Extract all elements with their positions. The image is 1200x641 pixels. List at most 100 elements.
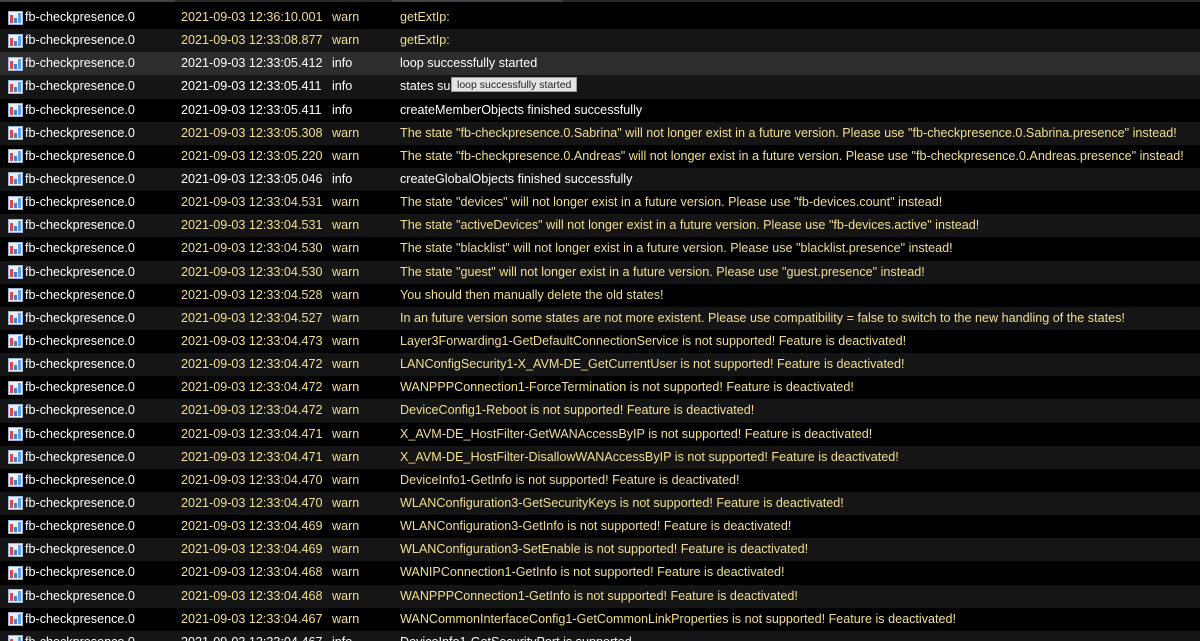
log-severity: warn: [332, 333, 360, 348]
log-source: fb-checkpresence.0: [8, 376, 135, 399]
log-message: states su: [400, 79, 451, 94]
log-severity: warn: [332, 264, 360, 279]
log-row[interactable]: fb-checkpresence.0 2021-09-03 12:33:05.30…: [0, 121, 1200, 145]
log-row[interactable]: fb-checkpresence.0 2021-09-03 12:33:04.46…: [0, 584, 1200, 608]
log-row[interactable]: fb-checkpresence.0 2021-09-03 12:36:10.00…: [0, 6, 1200, 30]
log-row[interactable]: fb-checkpresence.0 2021-09-03 12:33:04.53…: [0, 191, 1200, 215]
log-row[interactable]: fb-checkpresence.0 2021-09-03 12:33:04.47…: [0, 491, 1200, 516]
log-source: fb-checkpresence.0: [8, 469, 135, 492]
log-source: fb-checkpresence.0: [8, 538, 135, 561]
log-source-label: fb-checkpresence.0: [25, 125, 135, 140]
log-row[interactable]: fb-checkpresence.0 2021-09-03 12:33:04.47…: [0, 329, 1200, 354]
log-severity: info: [332, 171, 353, 186]
log-source: fb-checkpresence.0: [8, 399, 135, 422]
log-timestamp: 2021-09-03 12:33:05.411: [181, 102, 322, 117]
log-message: The state "guest" will not longer exist …: [400, 264, 925, 279]
log-source-label: fb-checkpresence.0: [25, 519, 135, 534]
log-source-label: fb-checkpresence.0: [25, 333, 135, 348]
log-timestamp: 2021-09-03 12:33:04.531: [181, 195, 323, 210]
log-severity: info: [332, 102, 353, 117]
adapter-icon: [8, 126, 23, 141]
log-row[interactable]: fb-checkpresence.0 2021-09-03 12:33:08.87…: [0, 29, 1200, 53]
log-row[interactable]: fb-checkpresence.0 2021-09-03 12:33:04.46…: [0, 607, 1200, 631]
log-source: fb-checkpresence.0: [8, 145, 135, 168]
log-severity: warn: [332, 495, 360, 510]
log-row[interactable]: fb-checkpresence.0 2021-09-03 12:33:05.41…: [0, 75, 1200, 99]
log-timestamp: 2021-09-03 12:33:04.470: [181, 495, 323, 510]
adapter-icon: [8, 265, 23, 280]
log-source-label: fb-checkpresence.0: [25, 565, 135, 580]
log-source: fb-checkpresence.0: [8, 29, 135, 52]
log-severity: warn: [332, 449, 360, 464]
log-source-label: fb-checkpresence.0: [25, 264, 135, 279]
adapter-icon: [8, 589, 23, 604]
log-timestamp: 2021-09-03 12:33:04.467: [181, 631, 322, 641]
log-message: The state "devices" will not longer exis…: [400, 195, 943, 210]
log-timestamp: 2021-09-03 12:33:04.468: [181, 565, 323, 580]
log-source-label: fb-checkpresence.0: [25, 10, 135, 24]
adapter-icon: [8, 519, 23, 534]
log-source: fb-checkpresence.0: [8, 585, 135, 608]
log-message: The state "activeDevices" will not longe…: [400, 218, 980, 233]
log-row[interactable]: fb-checkpresence.0 2021-09-03 12:33:04.46…: [0, 630, 1200, 641]
log-timestamp: 2021-09-03 12:33:04.470: [181, 472, 323, 487]
log-row[interactable]: fb-checkpresence.0 2021-09-03 12:33:04.46…: [0, 561, 1200, 585]
log-row[interactable]: fb-checkpresence.0 2021-09-03 12:33:04.47…: [0, 445, 1200, 469]
log-timestamp: 2021-09-03 12:33:04.468: [181, 588, 323, 603]
log-timestamp: 2021-09-03 12:33:05.220: [181, 148, 323, 163]
log-row[interactable]: fb-checkpresence.0 2021-09-03 12:33:04.47…: [0, 399, 1200, 423]
log-message: The state "fb-checkpresence.0.Sabrina" w…: [400, 125, 1177, 140]
log-source: fb-checkpresence.0: [8, 631, 135, 641]
log-row[interactable]: fb-checkpresence.0 2021-09-03 12:33:05.41…: [0, 52, 1200, 76]
log-severity: warn: [332, 426, 360, 441]
log-message: DeviceInfo1-GetSecurityPort is supported: [400, 631, 632, 641]
log-severity: warn: [332, 565, 360, 580]
log-table: fb-checkpresence.0 2021-09-03 12:36:10.00…: [0, 6, 1200, 641]
log-row[interactable]: fb-checkpresence.0 2021-09-03 12:33:04.53…: [0, 260, 1200, 284]
log-message: DeviceConfig1-Reboot is not supported! F…: [400, 403, 755, 418]
log-row[interactable]: fb-checkpresence.0 2021-09-03 12:33:04.53…: [0, 214, 1200, 238]
log-row[interactable]: fb-checkpresence.0 2021-09-03 12:33:04.53…: [0, 237, 1200, 261]
log-row[interactable]: fb-checkpresence.0 2021-09-03 12:33:04.47…: [0, 376, 1200, 400]
log-row[interactable]: fb-checkpresence.0 2021-09-03 12:33:05.41…: [0, 98, 1200, 122]
log-timestamp: 2021-09-03 12:33:04.469: [181, 519, 323, 534]
log-row[interactable]: fb-checkpresence.0 2021-09-03 12:33:05.04…: [0, 167, 1200, 192]
log-severity: warn: [332, 380, 360, 395]
adapter-icon: [8, 218, 23, 233]
log-timestamp: 2021-09-03 12:33:04.530: [181, 264, 323, 279]
log-source-label: fb-checkpresence.0: [25, 426, 135, 441]
log-severity: info: [332, 79, 353, 94]
log-source-label: fb-checkpresence.0: [25, 380, 135, 395]
log-row[interactable]: fb-checkpresence.0 2021-09-03 12:33:04.47…: [0, 468, 1200, 492]
log-severity: warn: [332, 287, 360, 302]
log-severity: warn: [332, 218, 360, 233]
log-row[interactable]: fb-checkpresence.0 2021-09-03 12:33:04.52…: [0, 306, 1200, 330]
adapter-icon: [8, 149, 23, 164]
log-row[interactable]: fb-checkpresence.0 2021-09-03 12:33:04.52…: [0, 283, 1200, 307]
log-timestamp: 2021-09-03 12:33:04.528: [181, 287, 323, 302]
log-row[interactable]: fb-checkpresence.0 2021-09-03 12:33:05.22…: [0, 144, 1200, 168]
log-source-label: fb-checkpresence.0: [25, 218, 135, 233]
adapter-icon: [8, 56, 23, 71]
log-row[interactable]: fb-checkpresence.0 2021-09-03 12:33:04.47…: [0, 353, 1200, 377]
log-source-label: fb-checkpresence.0: [25, 403, 135, 418]
log-severity: warn: [332, 33, 360, 48]
log-message: loop successfully started: [400, 56, 538, 71]
log-timestamp: 2021-09-03 12:33:04.467: [181, 611, 323, 626]
log-source-label: fb-checkpresence.0: [25, 241, 135, 256]
log-source: fb-checkpresence.0: [8, 446, 135, 469]
log-row[interactable]: fb-checkpresence.0 2021-09-03 12:33:04.46…: [0, 538, 1200, 562]
log-row[interactable]: fb-checkpresence.0 2021-09-03 12:33:04.46…: [0, 515, 1200, 539]
log-source: fb-checkpresence.0: [8, 6, 135, 29]
log-source: fb-checkpresence.0: [8, 75, 135, 98]
log-severity: warn: [332, 195, 360, 210]
log-severity: warn: [332, 403, 360, 418]
log-source-label: fb-checkpresence.0: [25, 631, 135, 641]
log-source-label: fb-checkpresence.0: [25, 56, 135, 71]
log-source-label: fb-checkpresence.0: [25, 195, 135, 210]
log-severity: info: [332, 56, 353, 71]
log-severity: warn: [332, 125, 360, 140]
adapter-icon: [8, 288, 23, 303]
log-row[interactable]: fb-checkpresence.0 2021-09-03 12:33:04.47…: [0, 422, 1200, 446]
log-timestamp: 2021-09-03 12:33:05.411: [181, 79, 322, 94]
